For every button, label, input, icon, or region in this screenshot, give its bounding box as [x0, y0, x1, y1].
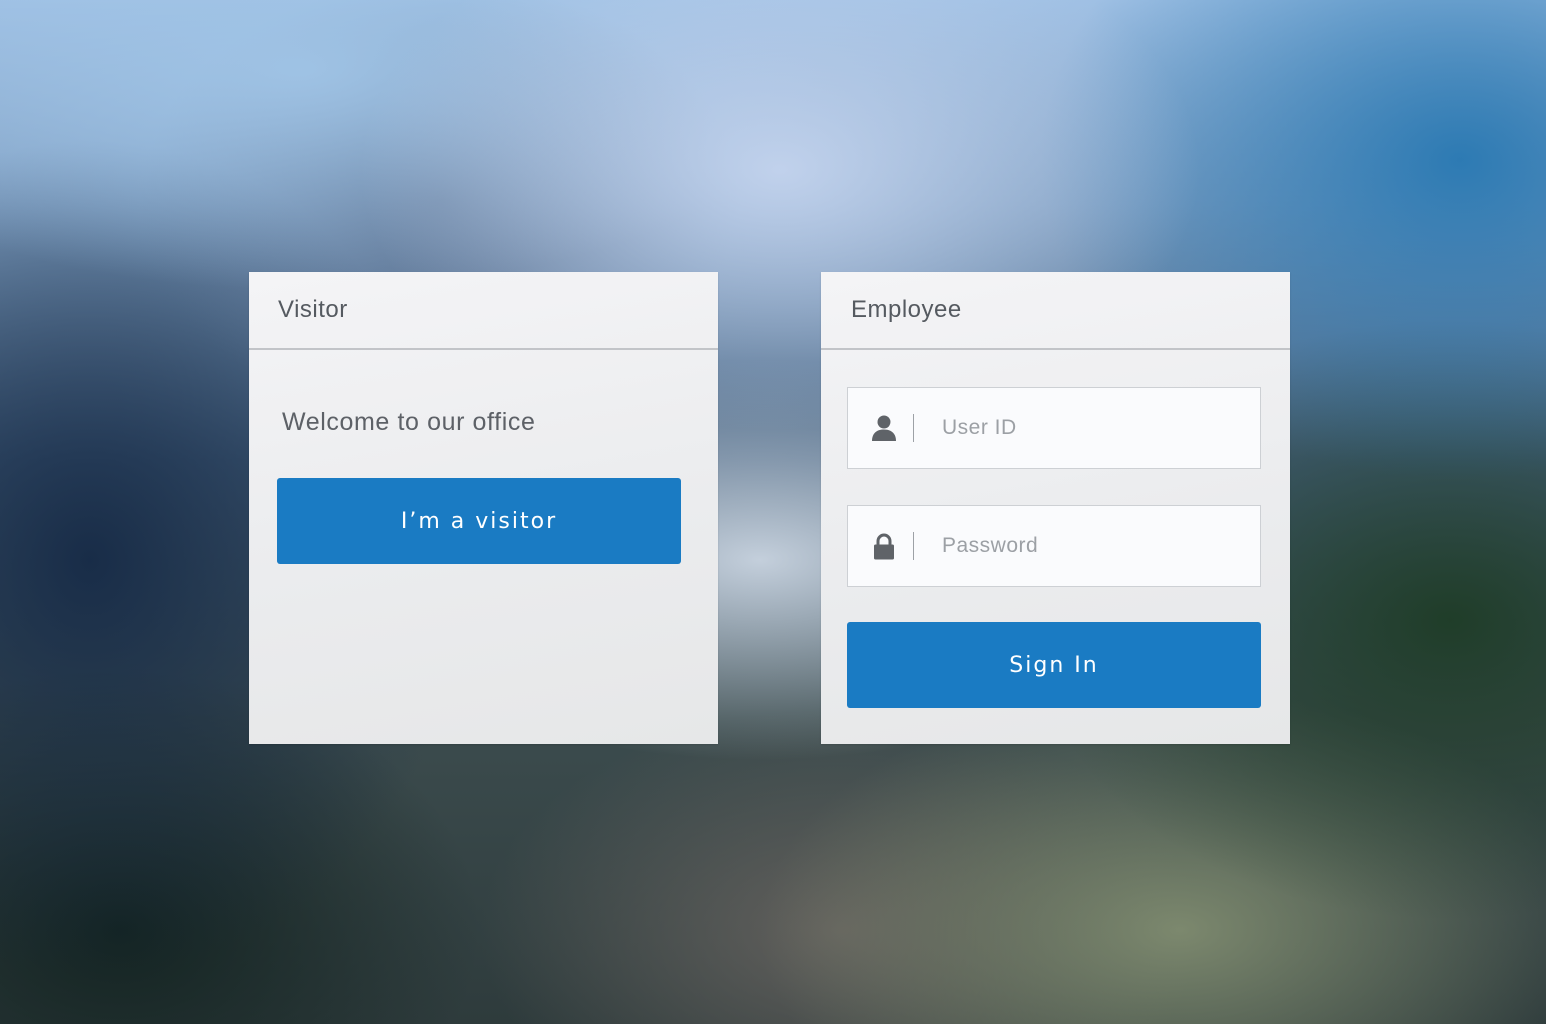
user-id-input[interactable]: [942, 416, 1242, 440]
welcome-text: Welcome to our office: [282, 408, 536, 436]
user-id-separator: [913, 414, 914, 442]
user-icon: [871, 413, 897, 443]
password-field[interactable]: [847, 505, 1261, 587]
visitor-card-title: Visitor: [278, 296, 348, 323]
sign-in-button[interactable]: Sign In: [847, 622, 1261, 708]
visitor-card-header: Visitor: [249, 272, 718, 350]
password-input[interactable]: [942, 534, 1242, 558]
lock-icon: [871, 531, 897, 561]
password-separator: [913, 532, 914, 560]
employee-card-title: Employee: [851, 296, 962, 323]
user-id-field[interactable]: [847, 387, 1261, 469]
blurred-background: [0, 0, 1546, 1024]
employee-card: Employee Sign In: [821, 272, 1290, 744]
visitor-card: Visitor Welcome to our office I’m a visi…: [249, 272, 718, 744]
employee-card-header: Employee: [821, 272, 1290, 350]
visitor-button[interactable]: I’m a visitor: [277, 478, 681, 564]
